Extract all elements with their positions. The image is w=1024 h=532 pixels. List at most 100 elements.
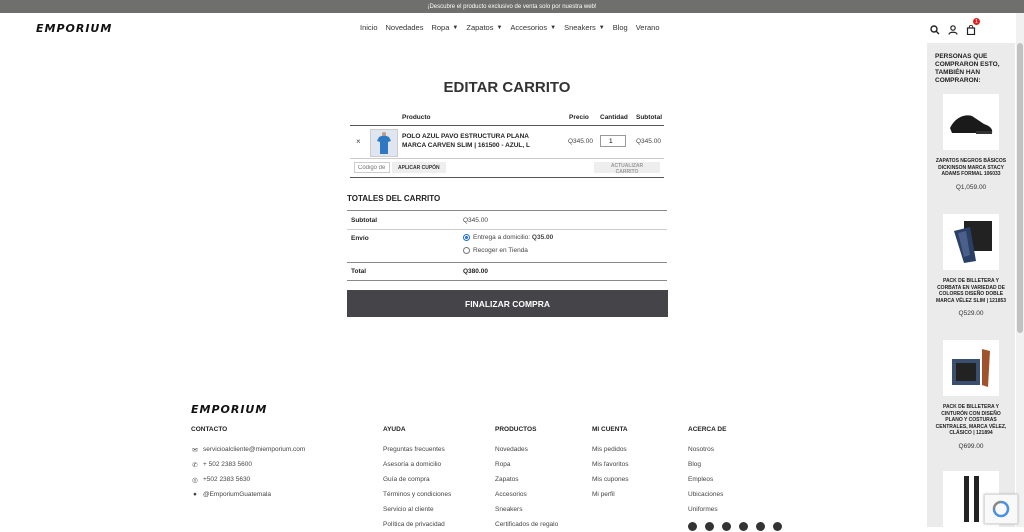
nav-item[interactable]: Sneakers ▼ (564, 23, 605, 32)
mail-icon: ✉ (192, 446, 198, 454)
cart-icon[interactable]: 1 (966, 18, 980, 36)
product-thumbnail[interactable] (370, 129, 398, 157)
logo[interactable]: EMPORIUM (36, 22, 112, 35)
footer-link[interactable]: Mis favoritos (592, 457, 629, 472)
product-image[interactable] (943, 214, 999, 270)
footer-link[interactable]: Empleos (688, 472, 726, 487)
chevron-down-icon: ▼ (598, 24, 605, 31)
footer-link[interactable]: Servicio al cliente (383, 502, 451, 517)
related-product[interactable]: PACK DE BILLETERA Y CORBATA EN VARIEDAD … (927, 214, 1015, 317)
cart-count-badge: 1 (973, 18, 980, 25)
footer-link[interactable]: Mis pedidos (592, 442, 629, 457)
messenger-icon: ● (193, 491, 197, 498)
page-scrollbar[interactable] (1016, 13, 1024, 527)
footer-link[interactable]: Mis cupones (592, 472, 629, 487)
total-value: Q380.00 (463, 268, 488, 275)
quantity-input[interactable] (600, 135, 626, 147)
divider (347, 280, 667, 281)
divider (350, 177, 664, 178)
footer-heading: CONTACTO (191, 426, 228, 433)
footer-link[interactable]: Política de privacidad (383, 517, 451, 532)
chevron-down-icon: ▼ (550, 24, 557, 31)
footer-link[interactable]: Ubicaciones (688, 487, 726, 502)
footer-link[interactable]: Certificados de regalo (495, 517, 558, 532)
nav-item[interactable]: Zapatos ▼ (466, 23, 502, 32)
footer-link[interactable]: Uniformes (688, 502, 726, 517)
contact-email[interactable]: ✉ servicioalcliente@miemporium.com (191, 442, 305, 457)
footer-link[interactable]: Mi perfil (592, 487, 629, 502)
divider (347, 229, 667, 230)
nav-item[interactable]: Accesorios ▼ (510, 23, 556, 32)
contact-messenger[interactable]: ● @EmporiumGuatemala (191, 487, 305, 502)
footer-link[interactable]: Zapatos (495, 472, 558, 487)
footer-link[interactable]: Accesorios (495, 487, 558, 502)
contact-messenger-text: @EmporiumGuatemala (203, 491, 272, 498)
shipping-option-pickup[interactable]: Recoger en Tienda (463, 247, 528, 254)
footer-link[interactable]: Blog (688, 457, 726, 472)
footer-link[interactable]: Guía de compra (383, 472, 451, 487)
footer-link[interactable]: Sneakers (495, 502, 558, 517)
footer-link[interactable]: Ropa (495, 457, 558, 472)
footer-heading: AYUDA (383, 426, 406, 433)
related-product[interactable]: PACK DE BILLETERA Y CINTURÓN CON DISEÑO … (927, 340, 1015, 450)
col-price: Precio (569, 114, 589, 121)
footer-logo[interactable]: EMPORIUM (191, 403, 267, 416)
nav-item-label: Ropa (431, 23, 450, 32)
related-product-price: Q699.00 (958, 442, 984, 450)
footer-heading: MI CUENTA (592, 426, 628, 433)
footer-heading: ACERCA DE (688, 426, 727, 433)
related-product-name[interactable]: PACK DE BILLETERA Y CORBATA EN VARIEDAD … (935, 278, 1007, 304)
shipping-label: Envío (351, 235, 369, 242)
related-title: PERSONAS QUE COMPRARON ESTO, TAMBIÉN HAN… (935, 53, 1000, 84)
checkout-button[interactable]: FINALIZAR COMPRA (347, 290, 668, 317)
radio-unselected-icon[interactable] (463, 247, 470, 254)
header-icons: 1 (930, 18, 980, 36)
footer-link[interactable]: Preguntas frecuentes (383, 442, 451, 457)
main-nav: Inicio Novedades Ropa ▼ Zapatos ▼ Accesorios ▼ S… (360, 23, 668, 32)
coupon-input[interactable] (354, 162, 390, 173)
nav-item[interactable]: Novedades (386, 23, 424, 32)
scrollbar-thumb[interactable] (1017, 43, 1023, 333)
recaptcha-icon (992, 500, 1010, 518)
contact-phone-2[interactable]: ◎ +502 2383 5630 (191, 472, 305, 487)
footer-link[interactable]: Asesoría a domicilio (383, 457, 451, 472)
related-product-name[interactable]: ZAPATOS NEGROS BÁSICOS DICKINSON MARCA S… (935, 158, 1007, 178)
nav-item-label: Blog (612, 23, 628, 32)
product-image[interactable] (943, 94, 999, 150)
nav-item[interactable]: Verano (636, 23, 660, 32)
footer-acercade: ACERCA DE Nosotros Blog Empleos Ubicaciones U… (688, 426, 726, 517)
update-cart-button[interactable]: ACTUALIZAR CARRITO (594, 162, 660, 175)
nav-item[interactable]: Inicio (360, 23, 378, 32)
radio-selected-icon[interactable] (463, 234, 470, 241)
user-icon[interactable] (948, 22, 958, 35)
phone-icon: ✆ (192, 461, 198, 469)
remove-item-button[interactable]: × (356, 137, 361, 146)
cart-totals: TOTALES DEL CARRITO Subtotal Q345.00 Env… (347, 194, 667, 281)
contact-phone-1[interactable]: ✆ + 502 2383 5600 (191, 457, 305, 472)
footer-heading: PRODUCTOS (495, 426, 537, 433)
shipping-option-delivery[interactable]: Entrega a domicilio: Q35.00 (463, 234, 553, 241)
apply-coupon-button[interactable]: APLICAR CUPÓN (392, 162, 446, 173)
divider (347, 210, 667, 211)
related-product[interactable]: ZAPATOS NEGROS BÁSICOS DICKINSON MARCA S… (927, 94, 1015, 191)
footer-link[interactable]: Nosotros (688, 442, 726, 457)
whatsapp-icon: ◎ (192, 476, 198, 484)
footer-link[interactable]: Términos y condiciones (383, 487, 451, 502)
product-image[interactable] (943, 340, 999, 396)
page-title: EDITAR CARRITO (443, 79, 571, 96)
nav-item-label: Zapatos (466, 23, 494, 32)
footer-link[interactable]: Novedades (495, 442, 558, 457)
product-name-link[interactable]: POLO AZUL PAVO ESTRUCTURA PLANA MARCA CA… (402, 132, 552, 150)
related-product-name[interactable]: PACK DE BILLETERA Y CINTURÓN CON DISEÑO … (935, 404, 1007, 437)
nav-item-label: Inicio (360, 23, 378, 32)
shipping-option-delivery-label: Entrega a domicilio: (473, 234, 531, 242)
search-icon[interactable] (930, 22, 940, 35)
divider (350, 125, 664, 126)
recaptcha-badge[interactable] (984, 494, 1018, 524)
nav-item[interactable]: Ropa ▼ (431, 23, 458, 32)
related-products-panel: PERSONAS QUE COMPRARON ESTO, TAMBIÉN HAN… (927, 43, 1015, 527)
site-footer: EMPORIUM CONTACTO ✉ servicioalcliente@mie… (0, 395, 920, 531)
chevron-down-icon: ▼ (452, 24, 459, 31)
item-price: Q345.00 (568, 138, 593, 145)
nav-item[interactable]: Blog (613, 23, 628, 32)
